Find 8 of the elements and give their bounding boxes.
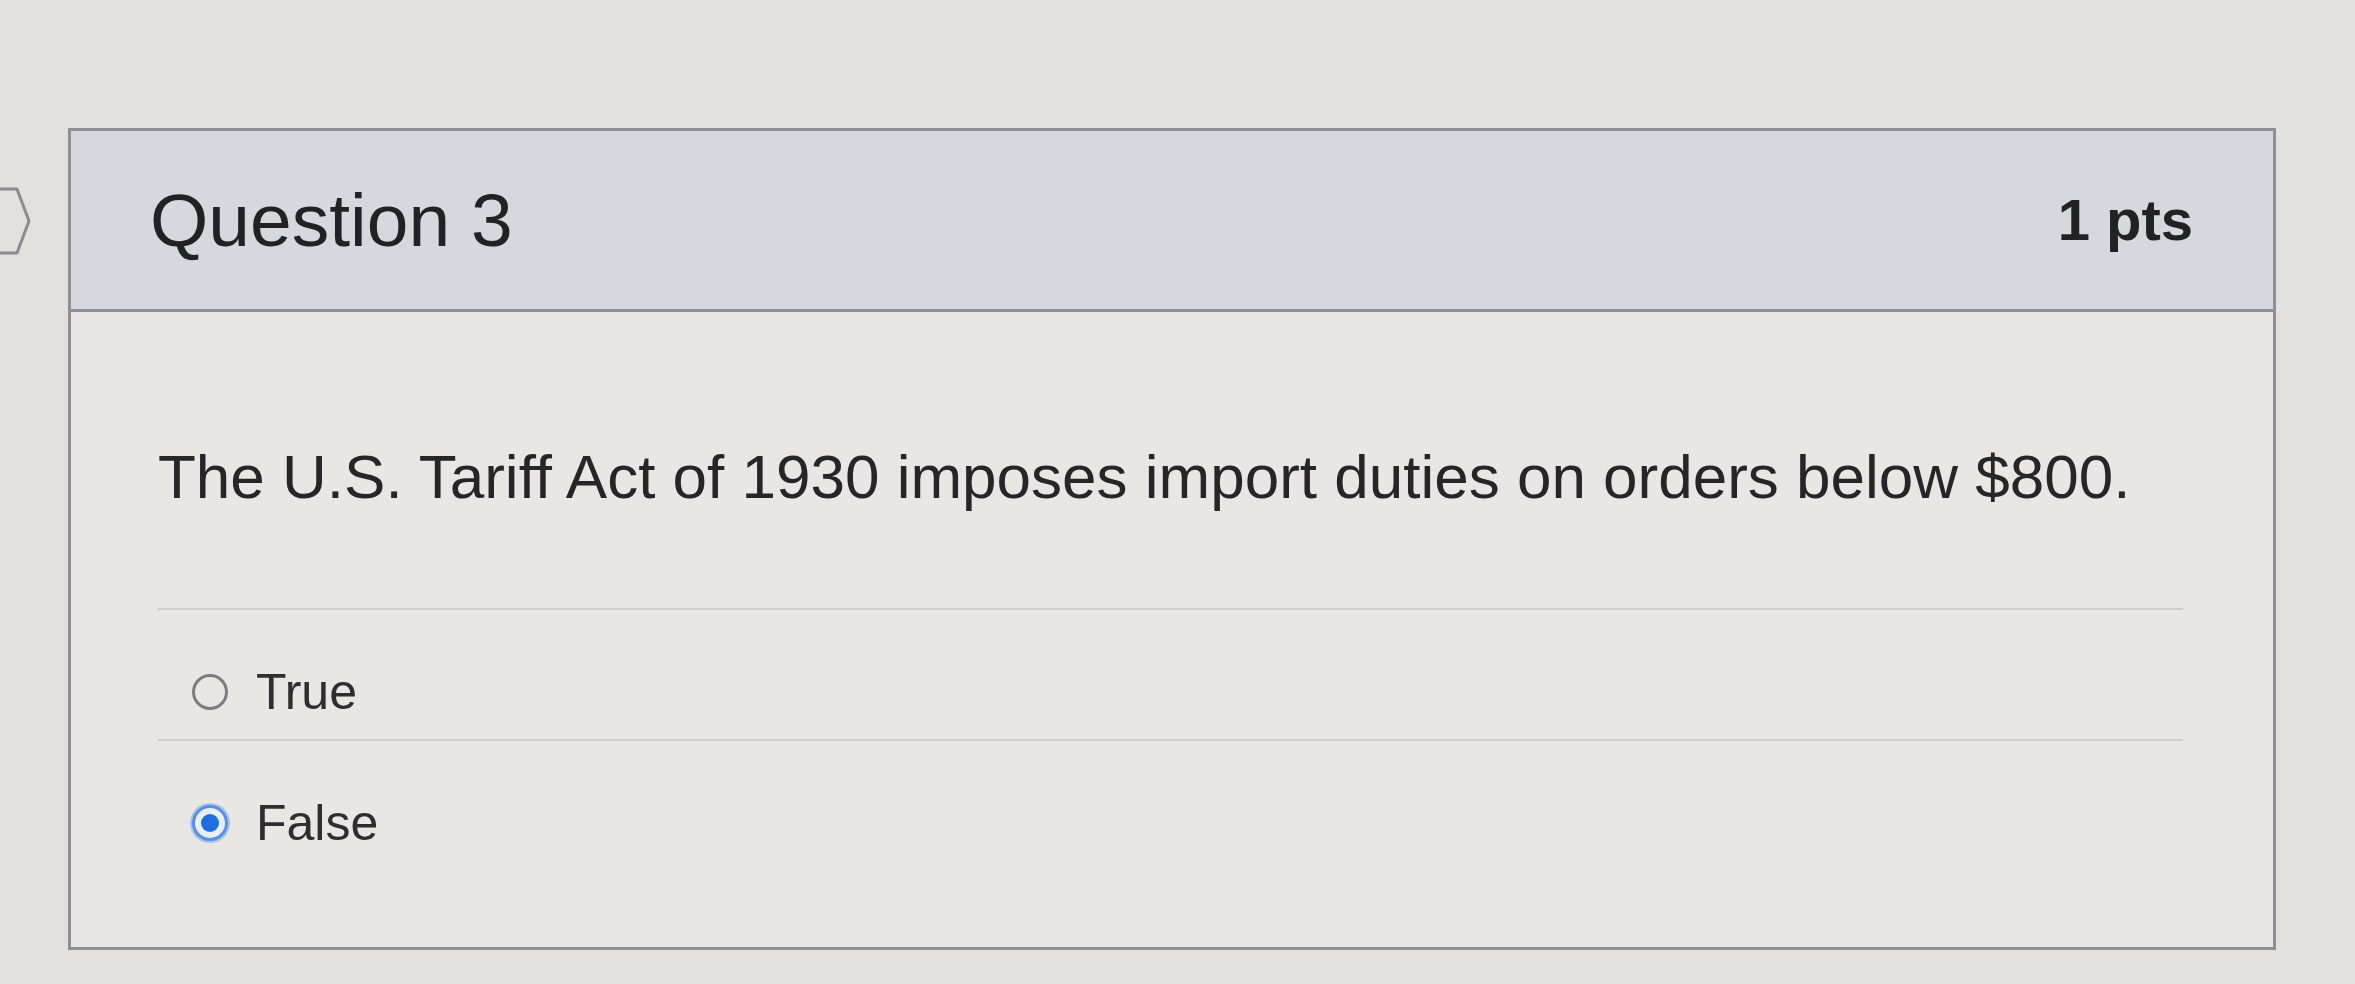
chevron-icon xyxy=(0,187,31,255)
points-label: 1 pts xyxy=(2057,186,2193,254)
radio-button[interactable] xyxy=(192,805,228,841)
answer-label[interactable]: False xyxy=(256,793,379,853)
answer-label[interactable]: True xyxy=(256,662,357,722)
radio-button[interactable] xyxy=(192,674,228,710)
question-text: The U.S. Tariff Act of 1930 imposes import duties on orders below $800. xyxy=(158,441,2131,513)
question-title: Question 3 xyxy=(150,177,513,264)
